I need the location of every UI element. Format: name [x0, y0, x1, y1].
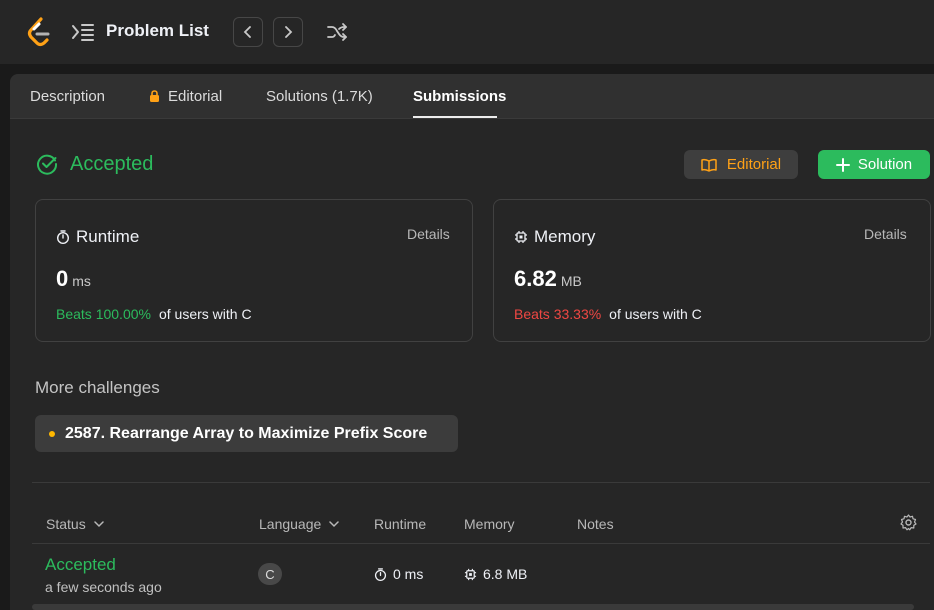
memory-value: 6.82 MB: [514, 266, 582, 292]
add-solution-button[interactable]: Solution: [818, 150, 930, 179]
row-runtime-value: 0 ms: [393, 566, 424, 582]
lock-icon: [150, 90, 159, 102]
row-timestamp: a few seconds ago: [45, 579, 162, 595]
next-problem-button[interactable]: [273, 17, 303, 47]
memory-header: Memory: [514, 227, 595, 247]
memory-beats: Beats 33.33% of users with C: [514, 306, 702, 322]
runtime-number: 0: [56, 266, 69, 291]
memory-number: 6.82: [514, 266, 557, 291]
runtime-beats-suffix: of users with C: [158, 306, 252, 322]
submission-panel: Description Editorial Solutions (1.7K) S…: [10, 74, 934, 610]
chevron-right-icon: [285, 26, 293, 38]
stopwatch-icon: [57, 230, 69, 244]
memory-beats-suffix: of users with C: [609, 306, 702, 322]
memory-title: Memory: [534, 227, 596, 246]
problem-list-title[interactable]: Problem List: [106, 21, 209, 41]
memory-unit: MB: [560, 273, 582, 289]
memory-details-link[interactable]: Details: [864, 226, 907, 242]
runtime-header: Runtime: [56, 227, 139, 247]
difficulty-dot-icon: [49, 430, 55, 437]
editorial-button[interactable]: Editorial: [684, 150, 798, 179]
divider: [32, 482, 930, 483]
tab-solutions[interactable]: Solutions (1.7K): [266, 88, 373, 105]
stopwatch-icon: [374, 567, 387, 581]
tab-editorial[interactable]: Editorial: [149, 88, 222, 105]
notes-column-header: Notes: [577, 516, 614, 532]
prev-problem-button[interactable]: [233, 17, 263, 47]
row-memory: 6.8 MB: [464, 566, 527, 582]
chevron-down-icon: [93, 521, 104, 528]
memory-beats-percent: Beats 33.33%: [514, 306, 602, 322]
submission-status: Accepted: [70, 153, 154, 175]
shuffle-icon[interactable]: [326, 21, 348, 43]
tab-bar: Description Editorial Solutions (1.7K) S…: [10, 74, 934, 119]
runtime-card[interactable]: Runtime Details 0 ms Beats 100.00% of user…: [35, 199, 473, 342]
book-icon: [701, 158, 717, 172]
runtime-title: Runtime: [76, 227, 140, 246]
row-runtime: 0 ms: [374, 566, 423, 582]
chevron-left-icon: [243, 26, 251, 38]
chip-icon: [464, 568, 477, 580]
chevron-down-icon: [329, 521, 340, 528]
language-header-label: Language: [259, 516, 322, 532]
row-status-link[interactable]: Accepted: [45, 555, 116, 575]
runtime-beats: Beats 100.00% of users with C: [56, 306, 252, 322]
chip-icon: [515, 231, 527, 243]
challenge-title: 2587. Rearrange Array to Maximize Prefix…: [65, 424, 428, 442]
active-tab-indicator: [413, 116, 497, 118]
problem-list-icon[interactable]: [71, 21, 95, 43]
runtime-value: 0 ms: [56, 266, 91, 292]
more-challenges-heading: More challenges: [35, 378, 160, 397]
runtime-column-header: Runtime: [374, 516, 427, 532]
tab-editorial-label: Editorial: [168, 88, 223, 105]
solution-button-label: Solution: [857, 156, 913, 173]
runtime-unit: ms: [72, 273, 91, 289]
memory-column-header: Memory: [464, 516, 515, 532]
row-memory-value: 6.8 MB: [483, 566, 528, 582]
horizontal-scrollbar[interactable]: [32, 604, 914, 610]
table-header-divider: [32, 543, 930, 544]
challenge-link[interactable]: 2587. Rearrange Array to Maximize Prefix…: [35, 415, 458, 452]
tab-submissions[interactable]: Submissions: [413, 88, 506, 105]
top-bar: Problem List: [0, 0, 934, 64]
language-column-header[interactable]: Language: [259, 516, 340, 532]
tab-description[interactable]: Description: [30, 88, 105, 105]
status-column-header[interactable]: Status: [46, 516, 104, 532]
status-header-label: Status: [46, 516, 86, 532]
leetcode-logo[interactable]: [26, 16, 54, 48]
check-circle-icon: [37, 154, 58, 175]
runtime-details-link[interactable]: Details: [407, 226, 450, 242]
gear-icon[interactable]: [900, 514, 917, 531]
plus-icon: [835, 157, 850, 172]
language-badge: C: [258, 563, 282, 585]
editorial-button-label: Editorial: [726, 156, 782, 173]
memory-card[interactable]: Memory Details 6.82 MB Beats 33.33% of use…: [493, 199, 931, 342]
runtime-beats-percent: Beats 100.00%: [56, 306, 151, 322]
